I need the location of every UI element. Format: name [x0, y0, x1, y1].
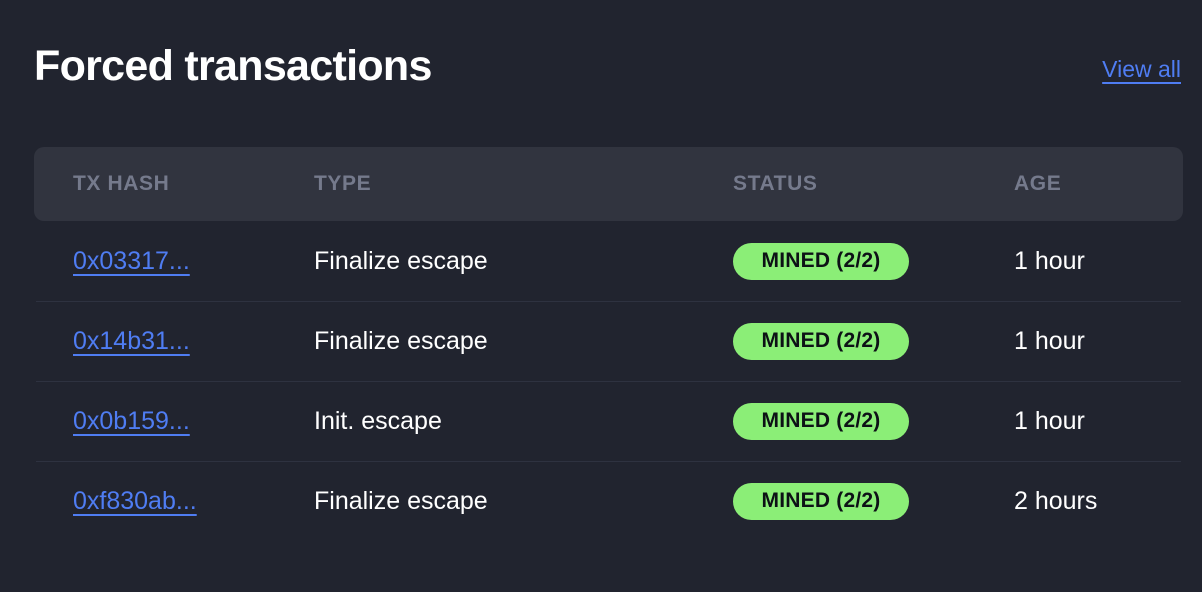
table-row: 0x14b31... Finalize escape MINED (2/2) 1… [34, 301, 1183, 381]
age-cell: 2 hours [984, 486, 1183, 516]
tx-hash-link[interactable]: 0x0b159... [73, 406, 190, 436]
age-cell: 1 hour [984, 246, 1183, 276]
column-header-tx-hash: TX HASH [73, 172, 170, 195]
type-cell: Finalize escape [274, 246, 704, 276]
tx-hash-cell: 0x03317... [34, 246, 274, 276]
status-badge: MINED (2/2) [733, 402, 909, 440]
tx-hash-cell: 0x0b159... [34, 406, 274, 436]
panel-header: Forced transactions View all [34, 40, 1181, 110]
column-header-status: STATUS [733, 172, 818, 195]
column-header-type: TYPE [314, 172, 372, 195]
forced-transactions-table: TX HASH TYPE STATUS AGE 0x03317... Final… [34, 147, 1183, 541]
table-row: 0xf830ab... Finalize escape MINED (2/2) … [34, 461, 1183, 541]
status-badge: MINED (2/2) [733, 242, 909, 280]
tx-hash-link[interactable]: 0x03317... [73, 246, 190, 276]
status-badge: MINED (2/2) [733, 482, 909, 520]
tx-hash-link[interactable]: 0xf830ab... [73, 486, 197, 516]
page-title: Forced transactions [34, 42, 432, 90]
tx-hash-cell: 0xf830ab... [34, 486, 274, 516]
column-header-age: AGE [1014, 172, 1062, 195]
table-header-row: TX HASH TYPE STATUS AGE [34, 147, 1183, 221]
status-cell: MINED (2/2) [704, 482, 984, 520]
tx-hash-cell: 0x14b31... [34, 326, 274, 356]
status-badge: MINED (2/2) [733, 322, 909, 360]
status-cell: MINED (2/2) [704, 402, 984, 440]
table-row: 0x0b159... Init. escape MINED (2/2) 1 ho… [34, 381, 1183, 461]
tx-hash-link[interactable]: 0x14b31... [73, 326, 190, 356]
type-label: Finalize escape [314, 487, 488, 515]
table-row: 0x03317... Finalize escape MINED (2/2) 1… [34, 221, 1183, 301]
age-label: 1 hour [1014, 247, 1085, 275]
status-cell: MINED (2/2) [704, 322, 984, 360]
type-cell: Finalize escape [274, 326, 704, 356]
age-label: 1 hour [1014, 327, 1085, 355]
type-label: Init. escape [314, 407, 442, 435]
status-cell: MINED (2/2) [704, 242, 984, 280]
type-label: Finalize escape [314, 327, 488, 355]
age-cell: 1 hour [984, 326, 1183, 356]
age-label: 2 hours [1014, 487, 1098, 515]
forced-transactions-panel: Forced transactions View all TX HASH TYP… [0, 0, 1202, 592]
age-cell: 1 hour [984, 406, 1183, 436]
age-label: 1 hour [1014, 407, 1085, 435]
type-label: Finalize escape [314, 247, 488, 275]
type-cell: Finalize escape [274, 486, 704, 516]
type-cell: Init. escape [274, 406, 704, 436]
view-all-link[interactable]: View all [1102, 54, 1181, 84]
